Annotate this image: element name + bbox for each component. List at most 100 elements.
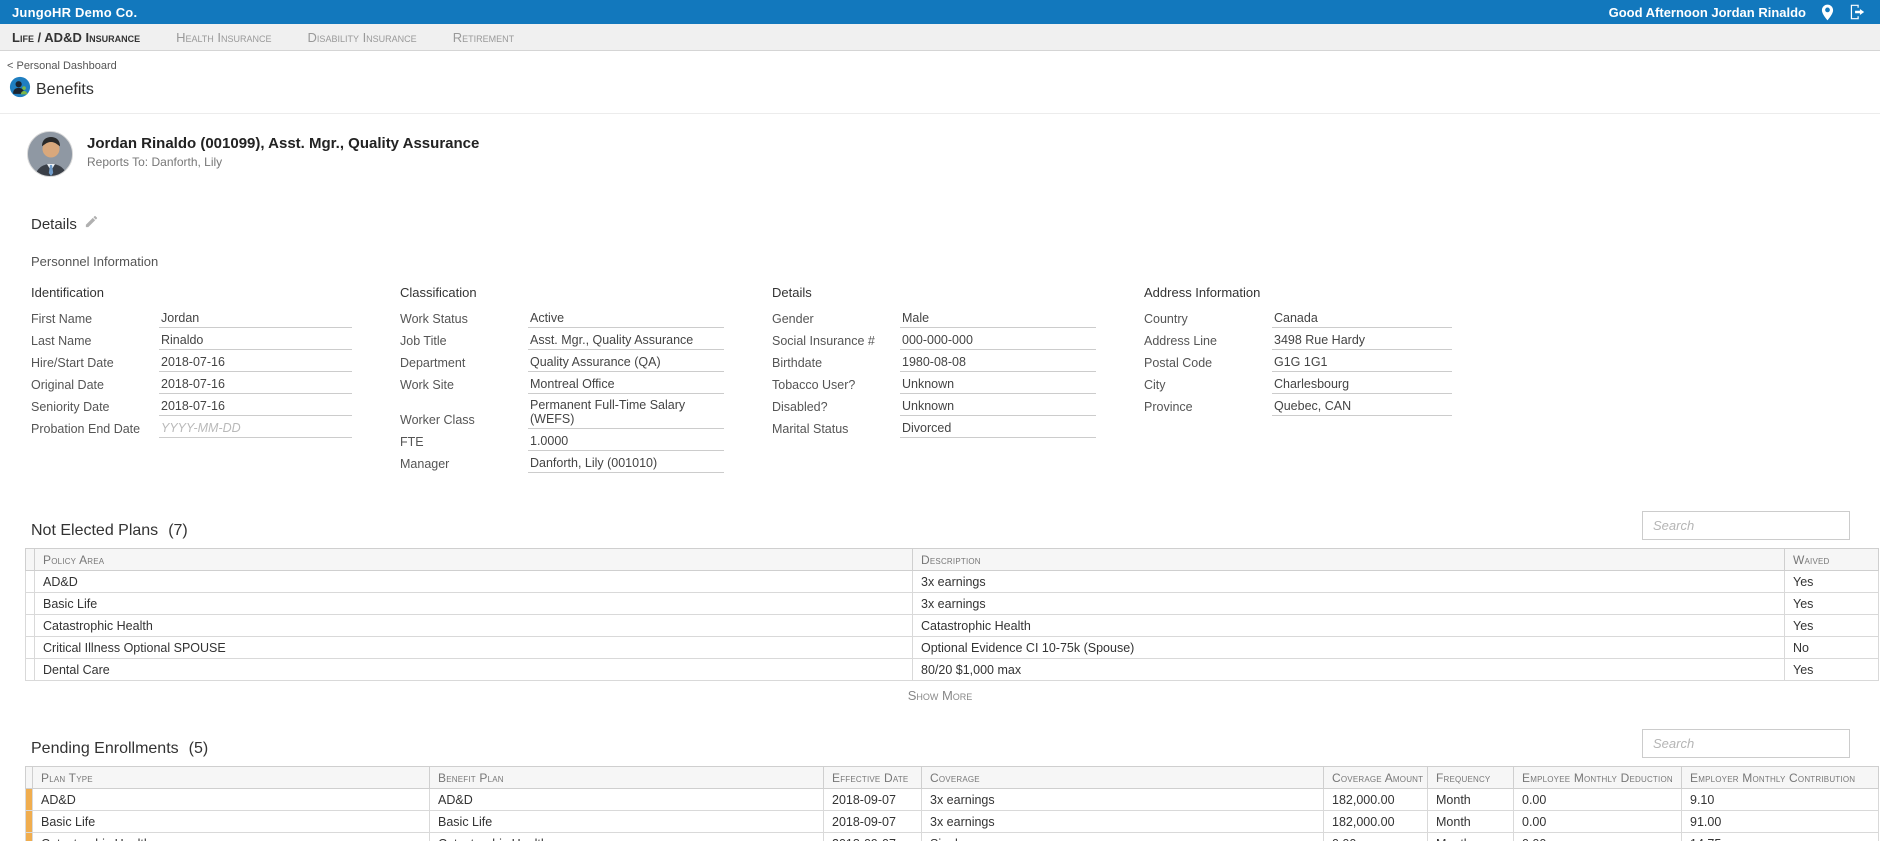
column-header-description[interactable]: Description [913, 549, 1785, 571]
field-value[interactable]: 3498 Rue Hardy [1272, 333, 1452, 350]
column-header-coverage-amount[interactable]: Coverage Amount [1324, 767, 1428, 789]
field-value[interactable]: Canada [1272, 311, 1452, 328]
group-heading: Details [772, 285, 1144, 300]
employer-monthly-contribution-cell: 9.10 [1682, 789, 1879, 811]
form-field: Tobacco User? Unknown [772, 376, 1144, 394]
field-value[interactable]: Active [528, 311, 724, 328]
form-field: Province Quebec, CAN [1144, 398, 1500, 416]
tab-item[interactable]: Health Insurance [176, 30, 293, 45]
group-heading: Classification [400, 285, 772, 300]
employee-header: Jordan Rinaldo (001099), Asst. Mgr., Qua… [27, 131, 1880, 177]
show-more-link[interactable]: Show More [0, 688, 1880, 703]
policy-area-cell: Critical Illness Optional SPOUSE [35, 637, 913, 659]
top-bar: JungoHR Demo Co. Good Afternoon Jordan R… [0, 0, 1880, 24]
coverage-amount-cell: 182,000.00 [1324, 811, 1428, 833]
frequency-cell: Month [1428, 811, 1514, 833]
field-label: Postal Code [1144, 356, 1272, 372]
identification-group: Identification First Name Jordan Last Na… [31, 285, 400, 477]
column-header-benefit-plan[interactable]: Benefit Plan [430, 767, 824, 789]
employee-avatar [27, 131, 73, 177]
edit-pencil-icon[interactable] [84, 214, 99, 234]
description-cell: Catastrophic Health [913, 615, 1785, 637]
column-header-effective-date[interactable]: Effective Date [824, 767, 922, 789]
field-value[interactable]: Montreal Office [528, 377, 724, 394]
field-value[interactable]: Quality Assurance (QA) [528, 355, 724, 372]
field-value[interactable]: 2018-07-16 [159, 399, 352, 416]
field-label: First Name [31, 312, 159, 328]
form-field: Postal Code G1G 1G1 [1144, 354, 1500, 372]
tab-item[interactable]: Life / AD&D Insurance [12, 30, 162, 45]
column-header-coverage[interactable]: Coverage [922, 767, 1324, 789]
field-value[interactable]: Rinaldo [159, 333, 352, 350]
field-value[interactable]: G1G 1G1 [1272, 355, 1452, 372]
table-row[interactable]: AD&D AD&D 2018-09-07 3x earnings 182,000… [26, 789, 1879, 811]
form-field: Disabled? Unknown [772, 398, 1144, 416]
field-value[interactable]: Permanent Full-Time Salary (WEFS) [528, 398, 724, 429]
waived-cell: Yes [1785, 571, 1879, 593]
field-value[interactable]: Quebec, CAN [1272, 399, 1452, 416]
details-group: Details Gender Male Social Insurance # 0… [772, 285, 1144, 477]
form-field: Country Canada [1144, 310, 1500, 328]
page-title: Benefits [36, 81, 94, 99]
table-row[interactable]: Catastrophic Health Catastrophic Health … [26, 833, 1879, 841]
accent-cell [26, 659, 35, 681]
table-row[interactable]: Dental Care 80/20 $1,000 max Yes [26, 659, 1879, 681]
field-value[interactable]: YYYY-MM-DD [159, 421, 352, 438]
form-field: Marital Status Divorced [772, 420, 1144, 438]
not-elected-search-input[interactable] [1642, 511, 1850, 540]
employee-name-line: Jordan Rinaldo (001099), Asst. Mgr., Qua… [87, 135, 479, 152]
field-value[interactable]: Asst. Mgr., Quality Assurance [528, 333, 724, 350]
table-row[interactable]: Basic Life Basic Life 2018-09-07 3x earn… [26, 811, 1879, 833]
field-label: Manager [400, 457, 528, 473]
field-value[interactable]: 2018-07-16 [159, 355, 352, 372]
pending-accent-bar [26, 789, 33, 811]
employee-reports-to: Reports To: Danforth, Lily [87, 155, 479, 169]
field-value[interactable]: Male [900, 311, 1096, 328]
tab-item[interactable]: Disability Insurance [308, 30, 439, 45]
field-value[interactable]: 1.0000 [528, 434, 724, 451]
form-field: Address Line 3498 Rue Hardy [1144, 332, 1500, 350]
table-row[interactable]: Critical Illness Optional SPOUSE Optiona… [26, 637, 1879, 659]
form-field: Manager Danforth, Lily (001010) [400, 455, 772, 473]
column-header-plan-type[interactable]: Plan Type [33, 767, 430, 789]
sign-out-icon[interactable] [1849, 4, 1866, 20]
field-label: Gender [772, 312, 900, 328]
field-label: Country [1144, 312, 1272, 328]
field-value[interactable]: Charlesbourg [1272, 377, 1452, 394]
pending-search-input[interactable] [1642, 729, 1850, 758]
employee-monthly-deduction-cell: 0.00 [1514, 833, 1682, 841]
field-value[interactable]: Unknown [900, 377, 1096, 394]
personnel-field-groups: Identification First Name Jordan Last Na… [31, 285, 1880, 477]
field-value[interactable]: Danforth, Lily (001010) [528, 456, 724, 473]
field-value[interactable]: 000-000-000 [900, 333, 1096, 350]
description-cell: 3x earnings [913, 571, 1785, 593]
field-label: FTE [400, 435, 528, 451]
field-label: Job Title [400, 334, 528, 350]
personnel-information-label: Personnel Information [31, 254, 1880, 269]
column-header-employee-monthly-deduction[interactable]: Employee Monthly Deduction [1514, 767, 1682, 789]
field-value[interactable]: Unknown [900, 399, 1096, 416]
tab-item[interactable]: Retirement [453, 30, 536, 45]
field-value[interactable]: 1980-08-08 [900, 355, 1096, 372]
column-header-waived[interactable]: Waived [1785, 549, 1879, 571]
field-label: Hire/Start Date [31, 356, 159, 372]
breadcrumb-personal-dashboard[interactable]: < Personal Dashboard [7, 60, 117, 72]
table-row[interactable]: AD&D 3x earnings Yes [26, 571, 1879, 593]
table-row[interactable]: Catastrophic Health Catastrophic Health … [26, 615, 1879, 637]
column-header-frequency[interactable]: Frequency [1428, 767, 1514, 789]
column-header-policy-area[interactable]: Policy Area [35, 549, 913, 571]
employer-monthly-contribution-cell: 14.75 [1682, 833, 1879, 841]
field-label: Seniority Date [31, 400, 159, 416]
location-pin-icon[interactable] [1820, 4, 1835, 21]
form-field: Work Site Montreal Office [400, 376, 772, 394]
table-row[interactable]: Basic Life 3x earnings Yes [26, 593, 1879, 615]
column-header-employer-monthly-contribution[interactable]: Employer Monthly Contribution [1682, 767, 1879, 789]
field-label: Marital Status [772, 422, 900, 438]
field-value[interactable]: Jordan [159, 311, 352, 328]
waived-cell: Yes [1785, 593, 1879, 615]
field-value[interactable]: Divorced [900, 421, 1096, 438]
field-value[interactable]: 2018-07-16 [159, 377, 352, 394]
policy-area-cell: Catastrophic Health [35, 615, 913, 637]
classification-group: Classification Work Status Active Job Ti… [400, 285, 772, 477]
coverage-amount-cell: 182,000.00 [1324, 789, 1428, 811]
